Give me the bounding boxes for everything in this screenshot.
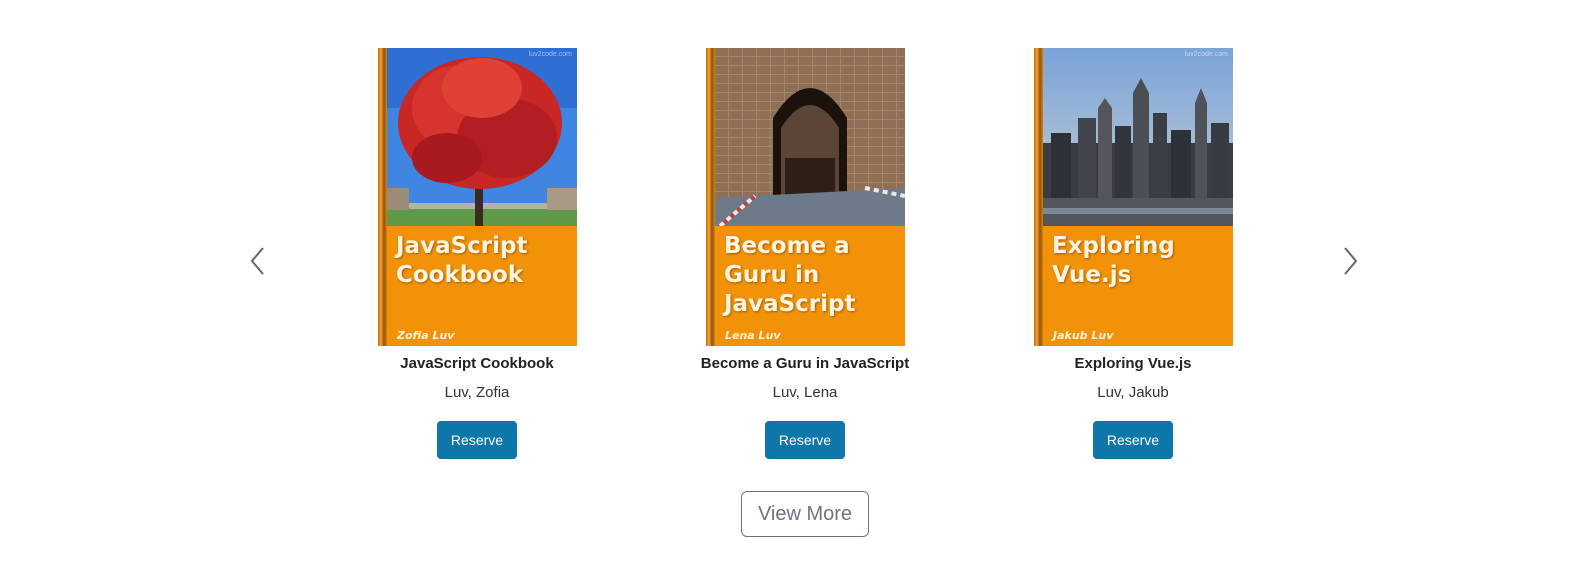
book-card: Become a Guru in JavaScript Lena Luv Bec… <box>695 48 915 459</box>
cover-author: Zofia Luv <box>397 329 455 342</box>
cover-spine <box>378 48 387 346</box>
reserve-button[interactable]: Reserve <box>765 421 845 459</box>
book-title: JavaScript Cookbook <box>400 355 554 372</box>
cover-title: Become a Guru in JavaScript <box>724 233 856 317</box>
cover-title: Exploring Vue.js <box>1052 233 1175 288</box>
book-author: Luv, Zofia <box>444 384 510 401</box>
reserve-button[interactable]: Reserve <box>1093 421 1173 459</box>
cover-watermark: luv2code.com <box>1184 51 1228 58</box>
cover-title: JavaScript Cookbook <box>396 233 528 288</box>
book-title: Exploring Vue.js <box>1074 355 1192 372</box>
cover-watermark: luv2code.com <box>528 51 572 58</box>
cover-author: Jakub Luv <box>1053 329 1114 342</box>
view-more-button[interactable]: View More <box>741 491 869 537</box>
cover-photo-archway <box>715 48 905 226</box>
book-cover-image[interactable]: Become a Guru in JavaScript Lena Luv <box>706 48 905 346</box>
reserve-button[interactable]: Reserve <box>437 421 517 459</box>
book-cover-image[interactable]: luv2code.com Exploring Vue.js Jakub Luv <box>1034 48 1233 346</box>
book-cover-image[interactable]: luv2code.com JavaScript Cookbook Zofia L… <box>378 48 577 346</box>
carousel-next-button[interactable] <box>1340 245 1360 277</box>
cover-spine <box>706 48 715 346</box>
book-card: luv2code.com JavaScript Cookbook Zofia L… <box>367 48 587 459</box>
cover-photo-skyline <box>1043 48 1233 226</box>
book-author: Luv, Lena <box>772 384 838 401</box>
carousel-prev-button[interactable] <box>248 245 268 277</box>
book-author: Luv, Jakub <box>1097 384 1169 401</box>
chevron-right-icon <box>1344 247 1358 275</box>
cover-author: Lena Luv <box>725 329 781 342</box>
chevron-left-icon <box>250 247 264 275</box>
book-title: Become a Guru in JavaScript <box>700 355 910 372</box>
cover-spine <box>1034 48 1043 346</box>
cover-photo-tree <box>387 48 577 226</box>
book-carousel: luv2code.com JavaScript Cookbook Zofia L… <box>0 0 1579 579</box>
book-card: luv2code.com Exploring Vue.js Jakub Luv … <box>1023 48 1243 459</box>
